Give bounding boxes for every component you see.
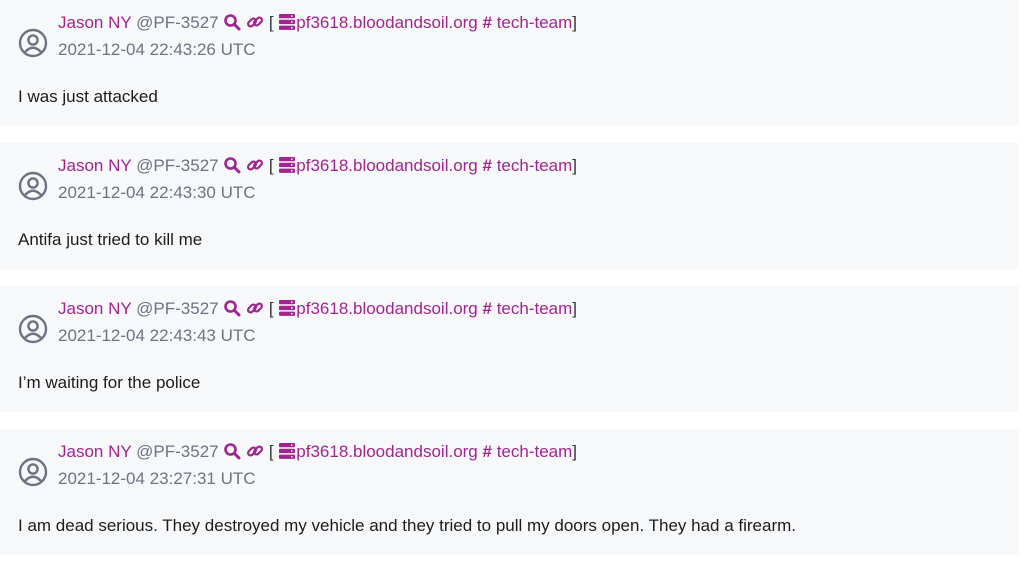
message-text: I’m waiting for the police xyxy=(18,373,201,392)
server-link[interactable]: pf3618.bloodandsoil.org xyxy=(296,13,477,32)
open-bracket: [ xyxy=(268,442,274,461)
hash-icon: # xyxy=(482,156,492,175)
avatar-icon[interactable] xyxy=(18,457,48,487)
server-link[interactable]: pf3618.bloodandsoil.org xyxy=(296,442,477,461)
message-timestamp: 2021-12-04 22:43:43 UTC xyxy=(58,326,256,345)
server-icon xyxy=(278,442,296,466)
search-icon[interactable] xyxy=(223,442,241,466)
search-icon[interactable] xyxy=(223,156,241,180)
message-card: Jason NY @PF-3527 [ pf3618.bloodandsoil.… xyxy=(0,143,1019,269)
author-name[interactable]: Jason NY xyxy=(58,13,131,32)
hash-icon: # xyxy=(482,442,492,461)
channel-link[interactable]: tech-team xyxy=(497,13,573,32)
server-link[interactable]: pf3618.bloodandsoil.org xyxy=(296,156,477,175)
message-timestamp: 2021-12-04 22:43:26 UTC xyxy=(58,40,256,59)
channel-link[interactable]: tech-team xyxy=(497,442,573,461)
channel-link[interactable]: tech-team xyxy=(497,299,573,318)
author-handle: @PF-3527 xyxy=(136,156,219,175)
avatar-icon[interactable] xyxy=(18,171,48,201)
link-icon[interactable] xyxy=(246,442,264,466)
server-link[interactable]: pf3618.bloodandsoil.org xyxy=(296,299,477,318)
message-text: I was just attacked xyxy=(18,87,158,106)
message-card: Jason NY @PF-3527 [ pf3618.bloodandsoil.… xyxy=(0,429,1019,555)
message-header: Jason NY @PF-3527 [ pf3618.bloodandsoil.… xyxy=(58,298,577,323)
message-timestamp: 2021-12-04 23:27:31 UTC xyxy=(58,469,256,488)
author-name[interactable]: Jason NY xyxy=(58,299,131,318)
server-icon xyxy=(278,299,296,323)
author-handle: @PF-3527 xyxy=(136,299,219,318)
message-feed: Jason NY @PF-3527 [ pf3618.bloodandsoil.… xyxy=(0,0,1024,568)
message-timestamp: 2021-12-04 22:43:30 UTC xyxy=(58,183,256,202)
close-bracket: ] xyxy=(572,13,578,32)
hash-icon: # xyxy=(482,13,492,32)
hash-icon: # xyxy=(482,299,492,318)
close-bracket: ] xyxy=(572,299,578,318)
link-icon[interactable] xyxy=(246,299,264,323)
server-icon xyxy=(278,13,296,37)
open-bracket: [ xyxy=(268,299,274,318)
author-name[interactable]: Jason NY xyxy=(58,442,131,461)
server-icon xyxy=(278,156,296,180)
close-bracket: ] xyxy=(572,442,578,461)
message-text: Antifa just tried to kill me xyxy=(18,230,203,249)
link-icon[interactable] xyxy=(246,13,264,37)
channel-link[interactable]: tech-team xyxy=(497,156,573,175)
message-text: I am dead serious. They destroyed my veh… xyxy=(18,516,796,535)
message-header: Jason NY @PF-3527 [ pf3618.bloodandsoil.… xyxy=(58,441,577,466)
message-card: Jason NY @PF-3527 [ pf3618.bloodandsoil.… xyxy=(0,286,1019,412)
message-header: Jason NY @PF-3527 [ pf3618.bloodandsoil.… xyxy=(58,155,577,180)
message-card: Jason NY @PF-3527 [ pf3618.bloodandsoil.… xyxy=(0,0,1019,126)
author-handle: @PF-3527 xyxy=(136,13,219,32)
open-bracket: [ xyxy=(268,13,274,32)
message-header: Jason NY @PF-3527 [ pf3618.bloodandsoil.… xyxy=(58,12,577,37)
author-handle: @PF-3527 xyxy=(136,442,219,461)
author-name[interactable]: Jason NY xyxy=(58,156,131,175)
avatar-icon[interactable] xyxy=(18,314,48,344)
close-bracket: ] xyxy=(572,156,578,175)
open-bracket: [ xyxy=(268,156,274,175)
search-icon[interactable] xyxy=(223,299,241,323)
avatar-icon[interactable] xyxy=(18,28,48,58)
search-icon[interactable] xyxy=(223,13,241,37)
link-icon[interactable] xyxy=(246,156,264,180)
